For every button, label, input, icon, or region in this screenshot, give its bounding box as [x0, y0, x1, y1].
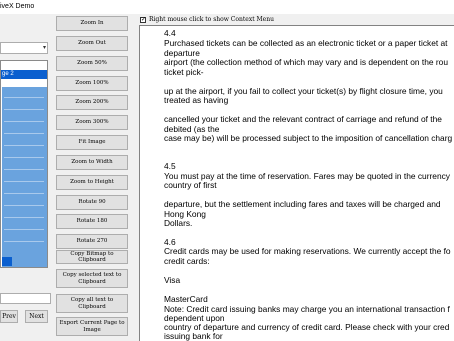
thumbnail-line [4, 133, 44, 134]
export-page-button[interactable]: Export Current Page to Image [56, 317, 128, 336]
context-menu-checkbox[interactable]: ✓ [140, 17, 146, 23]
fit-image-button[interactable]: Fit Image [56, 135, 128, 150]
copy-all-text-button[interactable]: Copy all text to Clipboard [56, 294, 128, 313]
context-menu-label: Right mouse click to show Context Menu [149, 16, 274, 23]
thumbnail-line [4, 217, 44, 218]
thumbnail-line [4, 193, 44, 194]
title-bar: iveX Demo [0, 0, 454, 14]
zoom-200-button[interactable]: Zoom 200% [56, 95, 128, 110]
list-item-selected[interactable] [2, 257, 12, 266]
thumbnail-line [4, 181, 44, 182]
zoom-out-button[interactable]: Zoom Out [56, 36, 128, 51]
list-item[interactable] [1, 61, 47, 70]
find-input[interactable] [0, 293, 51, 304]
zoom-to-width-button[interactable]: Zoom to Width [56, 155, 128, 170]
zoom-100-button[interactable]: Zoom 100% [56, 76, 128, 91]
window-title: iveX Demo [0, 3, 35, 10]
thumbnail-line [4, 229, 44, 230]
text-line: Visa [164, 275, 181, 285]
zoom-in-button[interactable]: Zoom In [56, 16, 128, 31]
zoom-to-height-button[interactable]: Zoom to Height [56, 175, 128, 190]
zoom-300-button[interactable]: Zoom 300% [56, 115, 128, 130]
text-line: case may be) will be processed subject t… [164, 133, 453, 143]
next-button[interactable]: Next [25, 310, 48, 323]
text-line: treated as having [164, 95, 229, 105]
thumbnail-line [4, 241, 44, 242]
text-line: Dollars. [164, 218, 193, 228]
thumbnail-line [4, 157, 44, 158]
zoom-50-button[interactable]: Zoom 50% [56, 56, 128, 71]
page-list[interactable]: ge 2 [0, 60, 48, 268]
rotate-90-button[interactable]: Rotate 90 [56, 195, 128, 210]
thumbnail-line [4, 145, 44, 146]
copy-bitmap-button[interactable]: Copy Bitmap to Clipboard [56, 250, 128, 264]
text-line: issuing bank for [164, 331, 223, 341]
copy-selected-text-button[interactable]: Copy selected text to Clipboard [56, 269, 128, 288]
thumbnail-line [4, 205, 44, 206]
chevron-down-icon[interactable]: ▾ [43, 44, 46, 51]
thumbnail-line [4, 109, 44, 110]
document-combo[interactable]: ▾ [0, 42, 48, 54]
text-line: Purchased tickets can be collected as an… [164, 38, 448, 48]
text-line: airport (the collection method of which … [164, 57, 448, 67]
text-line: ticket pick- [164, 67, 204, 77]
thumbnail-line [4, 169, 44, 170]
thumbnail-line [4, 97, 44, 98]
text-line: credit cards: [164, 256, 210, 266]
list-item-selected[interactable]: ge 2 [1, 70, 47, 79]
rotate-270-button[interactable]: Rotate 270 [56, 234, 128, 249]
thumbnail-line [4, 121, 44, 122]
text-line: country of first [164, 180, 217, 190]
document-text-area[interactable]: 4.4 Purchased tickets can be collected as… [139, 25, 454, 341]
page-thumbnail[interactable] [2, 87, 47, 267]
prev-button[interactable]: Prev [0, 310, 18, 323]
rotate-180-button[interactable]: Rotate 180 [56, 214, 128, 229]
left-panel: ▾ ge 2 Prev Next [0, 14, 52, 341]
